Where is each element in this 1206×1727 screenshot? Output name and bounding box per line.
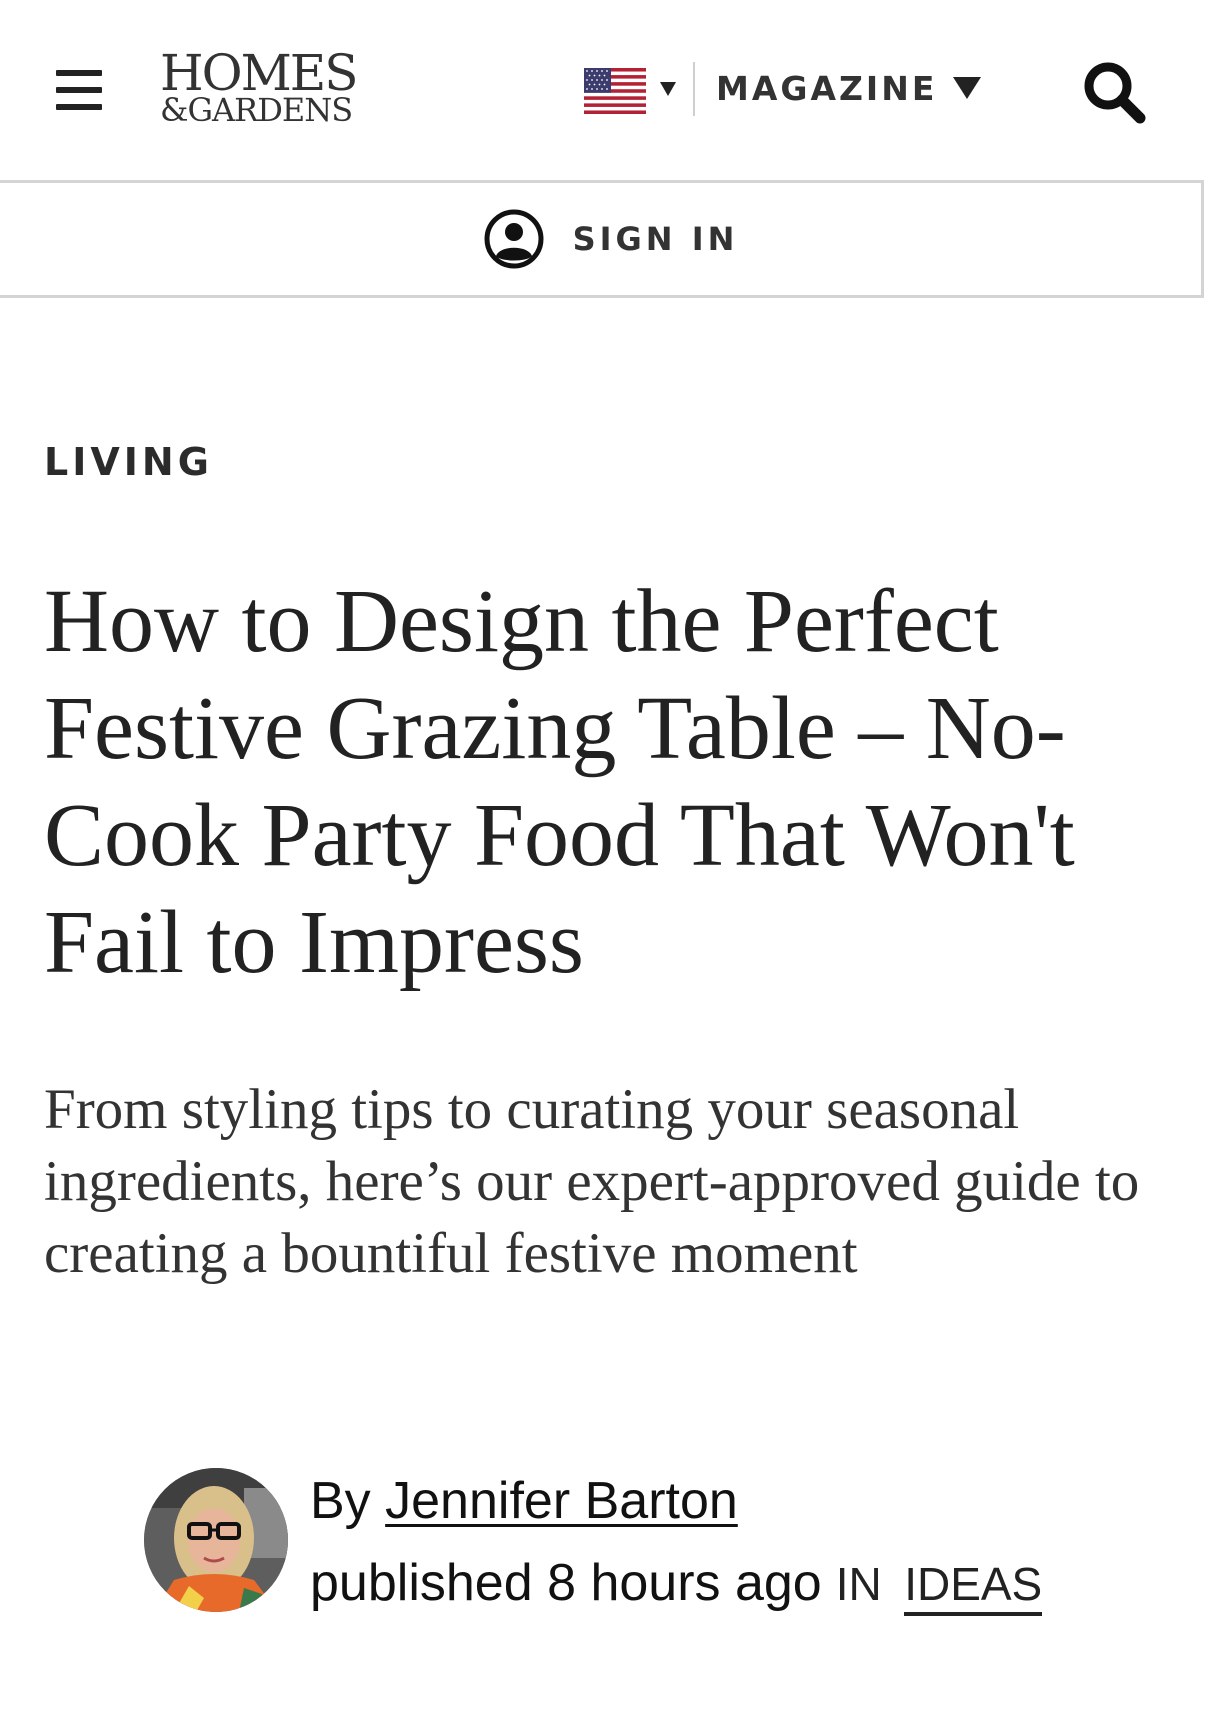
author-photo: [144, 1468, 288, 1612]
sign-in-button[interactable]: SIGN IN: [483, 208, 739, 270]
search-button[interactable]: [1080, 58, 1150, 128]
magazine-label: MAGAZINE: [716, 68, 938, 108]
article-title: How to Design the Perfect Festive Grazin…: [44, 572, 1075, 992]
sign-in-bar[interactable]: SIGN IN: [0, 180, 1204, 298]
in-label: IN: [835, 1558, 882, 1610]
chevron-down-icon: [953, 77, 982, 99]
sign-in-label: SIGN IN: [572, 220, 739, 258]
site-header: HOMES &GARDENS MAGAZINE: [0, 0, 1206, 180]
published-time: published 8 hours ago: [310, 1554, 822, 1612]
magazine-menu[interactable]: MAGAZINE: [716, 66, 982, 110]
section-link[interactable]: IDEAS: [904, 1558, 1043, 1616]
author-avatar[interactable]: [144, 1468, 288, 1612]
author-link[interactable]: Jennifer Barton: [385, 1472, 738, 1530]
search-icon: [1084, 62, 1146, 124]
site-logo[interactable]: HOMES &GARDENS: [158, 48, 398, 134]
byline-author: By Jennifer Barton: [310, 1470, 738, 1532]
logo-line-2: &GARDENS: [160, 91, 353, 129]
byline-meta: published 8 hours ago IN IDEAS: [310, 1552, 1043, 1616]
hamburger-menu-icon[interactable]: [56, 70, 102, 110]
category-link[interactable]: LIVING: [44, 440, 213, 484]
region-selector[interactable]: [584, 68, 684, 116]
region-caret-icon: [660, 82, 676, 96]
article-subtitle: From styling tips to curating your seaso…: [44, 1078, 1140, 1285]
us-flag-icon: [584, 68, 646, 114]
header-divider: [693, 62, 695, 116]
by-prefix: By: [310, 1472, 371, 1530]
user-circle-icon: [484, 209, 544, 269]
